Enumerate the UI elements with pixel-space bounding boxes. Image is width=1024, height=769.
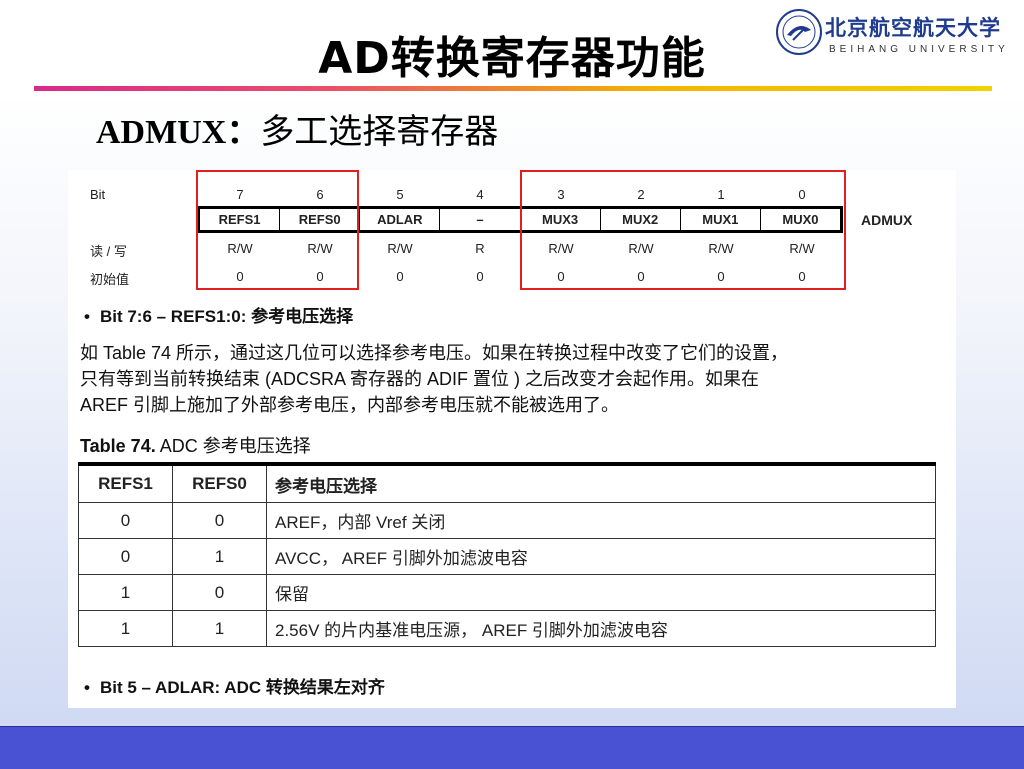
description-line: AREF 引脚上施加了外部参考电压，内部参考电压就不能被选用了。 (80, 395, 620, 415)
init-value: 0 (476, 269, 484, 284)
bit-label: Bit (90, 187, 106, 202)
highlight-refs-box (196, 170, 359, 290)
university-seal-icon (776, 9, 822, 55)
table-cell: 0 (172, 574, 267, 611)
section-heading-text: Bit 5 – ADLAR: ADC 转换结果左对齐 (99, 678, 385, 697)
rw-value: R (475, 241, 485, 256)
table-cell: 1 (78, 610, 173, 647)
table-row: 0 0 AREF，内部 Vref 关闭 (78, 502, 936, 539)
table-header-row: REFS1 REFS0 参考电压选择 (78, 463, 936, 503)
init-label: 初始值 (90, 272, 130, 287)
field-reserved: – (439, 209, 519, 230)
highlight-mux-box (520, 170, 846, 290)
refs-description: 如 Table 74 所示，通过这几位可以选择参考电压。如果在转换过程中改变了它… (80, 340, 940, 418)
table-cell: 1 (172, 610, 267, 647)
section-heading-adlar: • Bit 5 – ADLAR: ADC 转换结果左对齐 (84, 673, 385, 698)
subtitle-text: 多工选择寄存器 (260, 112, 499, 152)
table-cell: 0 (172, 502, 267, 539)
content-panel: Bit 7 6 5 4 3 2 1 0 REFS1 REFS0 ADLAR – … (68, 170, 956, 708)
init-value: 0 (396, 269, 404, 284)
table-cell: 1 (78, 574, 173, 611)
title-divider (34, 86, 992, 91)
university-logo: 北京航空航天大学 BEIHANG UNIVERSITY (775, 8, 1015, 64)
bullet-icon: • (84, 678, 90, 697)
table-row: 1 1 2.56V 的片内基准电压源， AREF 引脚外加滤波电容 (78, 610, 936, 647)
field-adlar: ADLAR (359, 209, 439, 230)
bit-number: 5 (396, 187, 404, 202)
table-header: 参考电压选择 (266, 463, 936, 503)
table-cell: 0 (78, 502, 173, 539)
table-cell: AREF，内部 Vref 关闭 (266, 502, 936, 539)
bit-number: 4 (476, 187, 484, 202)
table-caption: Table 74. ADC 参考电压选择 (80, 432, 311, 458)
rw-value: R/W (387, 241, 413, 256)
subtitle-separator: ： (226, 114, 261, 151)
subtitle-register: ADMUX (96, 114, 227, 151)
section-heading-text: Bit 7:6 – REFS1:0: 参考电压选择 (99, 307, 354, 326)
table-row: 0 1 AVCC， AREF 引脚外加滤波电容 (78, 538, 936, 575)
table-cell: 保留 (266, 574, 936, 611)
table-cell: 0 (78, 538, 173, 575)
university-name-cn: 北京航空航天大学 (825, 15, 1001, 40)
footer-bar (0, 726, 1024, 769)
table-caption-number: Table 74. (80, 436, 156, 456)
description-line: 如 Table 74 所示，通过这几位可以选择参考电压。如果在转换过程中改变了它… (80, 343, 789, 363)
description-line: 只有等到当前转换结束 (ADCSRA 寄存器的 ADIF 置位 ) 之后改变才会… (80, 369, 760, 389)
bullet-icon: • (84, 307, 90, 326)
table-cell: 1 (172, 538, 267, 575)
table-caption-text: ADC 参考电压选择 (159, 436, 311, 456)
reference-voltage-table: REFS1 REFS0 参考电压选择 0 0 AREF，内部 Vref 关闭 0… (78, 462, 936, 647)
register-name: ADMUX (861, 212, 913, 228)
table-header: REFS1 (78, 463, 173, 503)
table-header: REFS0 (172, 463, 267, 503)
table-row: 1 0 保留 (78, 574, 936, 611)
slide-subtitle: ADMUX：多工选择寄存器 (96, 104, 498, 153)
university-name-en: BEIHANG UNIVERSITY (829, 44, 1009, 55)
table-cell: AVCC， AREF 引脚外加滤波电容 (266, 538, 936, 575)
rw-label: 读 / 写 (90, 244, 127, 259)
table-cell: 2.56V 的片内基准电压源， AREF 引脚外加滤波电容 (266, 610, 936, 647)
section-heading-refs: • Bit 7:6 – REFS1:0: 参考电压选择 (84, 302, 353, 327)
